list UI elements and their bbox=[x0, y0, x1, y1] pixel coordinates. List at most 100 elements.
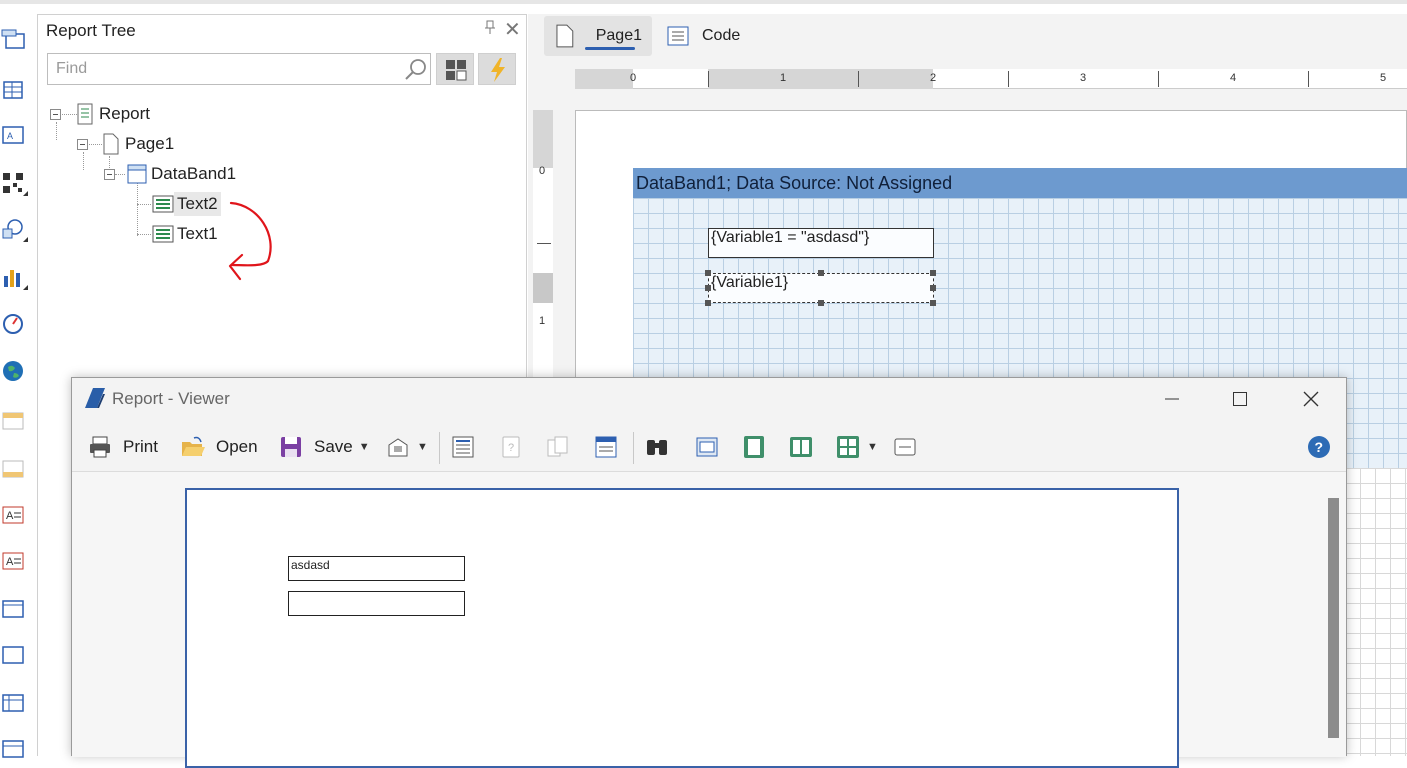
tree-node-text1[interactable]: Text1 bbox=[152, 221, 221, 247]
toolbox-chart-icon[interactable] bbox=[0, 264, 28, 292]
toolbox-panel-icon[interactable] bbox=[0, 596, 28, 624]
tree-node-databand1[interactable]: DataBand1 bbox=[126, 161, 239, 187]
close-window-button[interactable] bbox=[1288, 384, 1334, 414]
tree-node-page1[interactable]: Page1 bbox=[100, 131, 177, 157]
two-pages-button[interactable] bbox=[788, 432, 814, 462]
svg-text:A: A bbox=[7, 131, 13, 141]
tree-collapse-page1[interactable] bbox=[77, 139, 88, 150]
ruler-label: 3 bbox=[1080, 72, 1087, 84]
find-button[interactable] bbox=[644, 432, 670, 462]
resize-handle[interactable] bbox=[705, 300, 711, 306]
tree-collapse-databand1[interactable] bbox=[104, 169, 115, 180]
close-icon[interactable]: ✕ bbox=[504, 17, 521, 42]
bookmarks-button[interactable] bbox=[450, 432, 476, 462]
toolbox-map-icon[interactable] bbox=[0, 358, 28, 386]
toolbox-image-icon[interactable] bbox=[0, 736, 28, 764]
toolbar-separator bbox=[439, 432, 440, 464]
continuous-button[interactable] bbox=[741, 432, 767, 462]
tree-node-label: DataBand1 bbox=[151, 164, 237, 183]
help-icon: ? bbox=[1308, 436, 1330, 458]
tab-code[interactable]: Code bbox=[656, 16, 756, 56]
fullscreen-icon bbox=[894, 438, 916, 456]
toolbox-shape-icon[interactable] bbox=[0, 216, 28, 244]
toolbar-separator bbox=[633, 432, 634, 464]
tree-node-report[interactable]: Report bbox=[74, 101, 153, 127]
resize-handle[interactable] bbox=[705, 270, 711, 276]
page-icon bbox=[103, 133, 119, 155]
multiple-pages-button[interactable]: ▼ bbox=[835, 432, 878, 462]
resize-handle[interactable] bbox=[818, 300, 824, 306]
parameters-button[interactable]: ? bbox=[498, 432, 524, 462]
resize-handle[interactable] bbox=[930, 300, 936, 306]
toolbox-table-icon[interactable] bbox=[0, 76, 28, 104]
envelope-icon bbox=[388, 438, 408, 457]
tab-label: Page1 bbox=[595, 27, 642, 44]
text-component-icon bbox=[152, 195, 174, 213]
tree-node-label: Text1 bbox=[177, 224, 218, 243]
printer-icon bbox=[90, 436, 110, 458]
open-button[interactable]: Open bbox=[180, 432, 258, 462]
save-button[interactable]: Save ▼ bbox=[278, 432, 370, 462]
tree-collapse-report[interactable] bbox=[50, 109, 61, 120]
single-page-icon bbox=[696, 437, 718, 457]
full-screen-button[interactable] bbox=[892, 432, 918, 462]
multiple-pages-icon bbox=[837, 436, 859, 458]
tree-node-label: Text2 bbox=[174, 192, 221, 216]
help-button[interactable]: ? bbox=[1306, 432, 1332, 462]
toolbox-crosstab-icon[interactable] bbox=[0, 690, 28, 718]
resize-handle[interactable] bbox=[930, 285, 936, 291]
ruler-label: 0 bbox=[539, 165, 546, 177]
toolbox-band-icon[interactable] bbox=[0, 28, 28, 56]
toolbox-qrcode-icon[interactable] bbox=[0, 170, 28, 198]
text2-component[interactable]: {Variable1 = "asdasd"} bbox=[708, 228, 934, 258]
view-mode-button[interactable] bbox=[436, 53, 474, 85]
thumbnails-button[interactable] bbox=[545, 432, 571, 462]
editor-button[interactable] bbox=[593, 432, 619, 462]
toolbox-pageheader-icon[interactable] bbox=[0, 408, 28, 436]
viewer-titlebar: Report - Viewer bbox=[72, 378, 1346, 420]
text1-component[interactable]: {Variable1} bbox=[708, 273, 934, 303]
ruler-label: 1 bbox=[780, 72, 787, 84]
maximize-button[interactable] bbox=[1217, 384, 1263, 414]
databand-icon bbox=[127, 164, 147, 184]
toolbox-rectangle-icon[interactable] bbox=[0, 642, 28, 670]
viewer-content: asdasd bbox=[72, 473, 1346, 768]
toolbox-text-icon[interactable]: A bbox=[0, 502, 28, 530]
ruler-label: 0 bbox=[630, 72, 637, 84]
continuous-page-icon bbox=[744, 436, 764, 458]
pin-icon[interactable] bbox=[482, 19, 498, 35]
resize-handle[interactable] bbox=[705, 285, 711, 291]
toolbox-gauge-icon[interactable] bbox=[0, 310, 28, 338]
resize-handle[interactable] bbox=[818, 270, 824, 276]
svg-text:?: ? bbox=[1315, 439, 1324, 455]
resize-handle[interactable] bbox=[930, 270, 936, 276]
svg-text:A: A bbox=[6, 510, 14, 522]
toolbox-pagefooter-icon[interactable] bbox=[0, 456, 28, 484]
component-toolbox: A A A bbox=[0, 14, 38, 758]
vertical-scrollbar[interactable] bbox=[1328, 498, 1339, 738]
svg-text:?: ? bbox=[508, 442, 514, 454]
toolbox-subreport-icon[interactable]: A bbox=[0, 122, 28, 150]
toolbox-richtext-icon[interactable]: A bbox=[0, 548, 28, 576]
ruler-label: 1 bbox=[539, 315, 546, 327]
tree-node-text2[interactable]: Text2 bbox=[152, 191, 221, 217]
report-viewer-window: Report - Viewer Print Open Save ▼ ▼ ? ▼ … bbox=[71, 377, 1347, 768]
search-field[interactable] bbox=[47, 53, 431, 85]
print-button[interactable]: Print bbox=[87, 432, 158, 462]
minimize-button[interactable] bbox=[1149, 384, 1195, 414]
tab-page1[interactable]: Page1 bbox=[544, 16, 652, 56]
panel-title: Report Tree bbox=[46, 21, 136, 40]
events-lightning-button[interactable] bbox=[478, 53, 516, 85]
page-layout-icon bbox=[595, 436, 617, 458]
tree-node-label: Report bbox=[99, 104, 151, 123]
annotation-arrow bbox=[228, 201, 272, 281]
save-icon bbox=[281, 437, 301, 457]
send-email-button[interactable]: ▼ bbox=[385, 432, 428, 462]
copy-pages-icon bbox=[547, 436, 568, 457]
search-icon[interactable] bbox=[404, 58, 428, 87]
databand-header[interactable]: DataBand1; Data Source: Not Assigned bbox=[633, 168, 1407, 198]
single-page-button[interactable] bbox=[694, 432, 720, 462]
search-input[interactable] bbox=[48, 54, 388, 84]
top-strip bbox=[0, 0, 1407, 4]
text-component-icon bbox=[152, 225, 174, 243]
